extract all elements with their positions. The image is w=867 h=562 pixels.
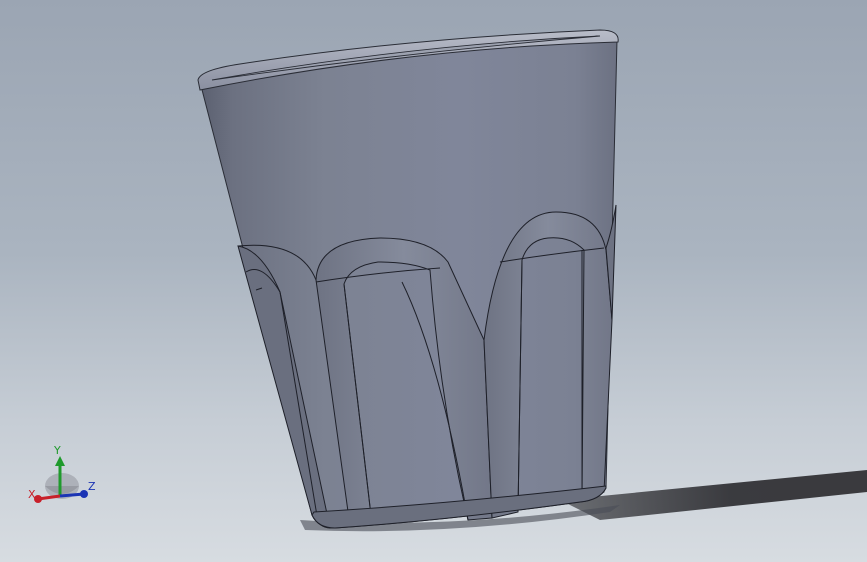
graphics-viewport[interactable]: Y X Z bbox=[0, 0, 867, 562]
x-axis-label: X bbox=[28, 488, 36, 501]
y-axis-label: Y bbox=[53, 444, 61, 457]
z-axis-tip bbox=[80, 490, 88, 498]
reference-triad: Y X Z bbox=[28, 444, 96, 503]
model-view[interactable] bbox=[0, 0, 867, 562]
z-axis-label: Z bbox=[88, 480, 96, 493]
y-axis-arrow bbox=[55, 456, 65, 466]
